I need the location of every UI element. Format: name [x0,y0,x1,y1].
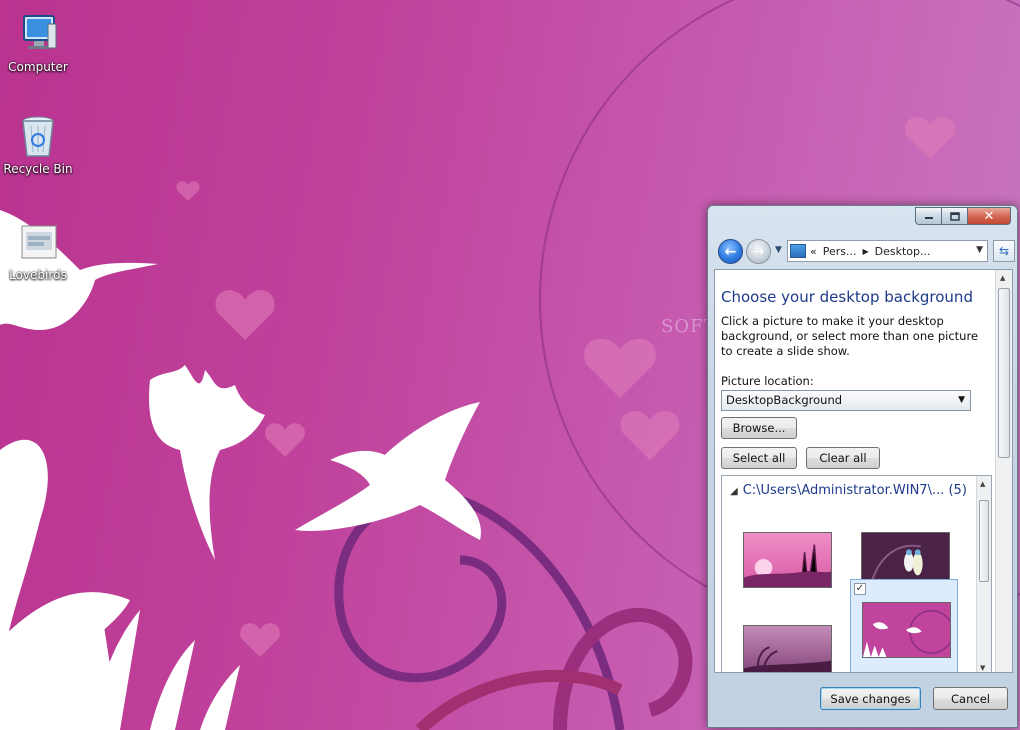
wallpaper-thumbnail-3[interactable] [732,594,840,672]
browse-button[interactable]: Browse... [721,417,797,439]
thumbnail-checkbox[interactable]: ✓ [854,583,866,595]
breadcrumb-desktop-background[interactable]: Desktop... [875,245,931,258]
thumbnail-image [862,602,951,658]
forward-button[interactable]: → [746,239,771,264]
scrollbar-thumb[interactable] [979,500,989,582]
folder-count: (5) [948,483,967,498]
address-chevrons[interactable]: « [810,245,817,258]
desktop-icon-lovebirds[interactable]: Lovebirds [0,218,76,282]
content-pane: Choose your desktop background Click a p… [714,269,1013,673]
scroll-up-icon[interactable]: ▲ [980,480,985,488]
picture-gallery: ◢ C:\Users\Administrator.WIN7\... (5) ✓ … [721,475,992,672]
scroll-down-icon[interactable]: ▼ [980,664,985,672]
computer-icon [23,15,57,49]
desktop-icon-label: Lovebirds [9,268,67,282]
breadcrumb-personalization[interactable]: Pers... [823,245,857,258]
save-changes-button[interactable]: Save changes [820,687,921,710]
arrow-left-icon: ← [724,243,737,260]
navigation-bar: ← → ▼ « Pers... ▶ Desktop... ▼ ⇆ [716,238,1015,264]
folder-path: C:\Users\Administrator.WIN7\... [742,483,945,498]
picture-location-select[interactable]: DesktopBackground ▼ [721,390,971,411]
maximize-icon [949,211,960,221]
desktop-icon-label: Recycle Bin [3,162,73,176]
address-bar[interactable]: « Pers... ▶ Desktop... ▼ [787,240,988,262]
clear-all-button[interactable]: Clear all [806,447,880,469]
back-button[interactable]: ← [718,239,743,264]
chevron-down-icon: ▼ [775,245,782,255]
control-panel-icon [790,244,806,258]
cancel-button[interactable]: Cancel [933,687,1008,710]
close-button[interactable]: ✕ [967,207,1011,225]
scrollbar-thumb[interactable] [998,288,1010,458]
personalization-window: ✕ ← → ▼ « Pers... ▶ Desktop... ▼ ⇆ Choos… [707,205,1018,728]
wallpaper-thumbnail-4[interactable]: ✓ [850,579,958,672]
folder-group-header[interactable]: ◢ C:\Users\Administrator.WIN7\... (5) [730,483,967,498]
desktop-icon-recycle-bin[interactable]: Recycle Bin [0,112,76,176]
minimize-button[interactable] [915,207,942,225]
recycle-bin-icon [22,116,54,157]
picture-location-value: DesktopBackground [726,393,843,407]
desktop-icon-label: Computer [8,60,68,74]
thumbnail-image [743,532,832,588]
thumbnail-image [743,625,832,672]
minimize-icon [924,217,933,219]
gallery-scrollbar[interactable]: ▲ ▼ [976,476,991,672]
desktop-icon-computer[interactable]: Computer [0,10,76,74]
chevron-down-icon: ▼ [958,395,965,405]
wallpaper-thumbnail-1[interactable] [732,501,840,597]
collapse-triangle-icon: ◢ [730,486,738,497]
picture-location-label: Picture location: [721,374,814,388]
content-scrollbar[interactable]: ▲ [995,270,1012,672]
dialog-footer: Save changes Cancel [708,675,1017,727]
select-all-button[interactable]: Select all [721,447,797,469]
page-description: Click a picture to make it your desktop … [721,314,979,358]
arrow-right-icon: → [752,243,765,260]
page-title: Choose your desktop background [721,288,973,306]
address-dropdown-icon[interactable]: ▼ [976,245,983,255]
caption-buttons: ✕ [915,207,1011,225]
close-icon: ✕ [983,208,995,224]
recent-pages-button[interactable]: ▼ [775,245,782,255]
maximize-button[interactable] [941,207,968,225]
refresh-button[interactable]: ⇆ [993,240,1015,262]
scroll-up-icon[interactable]: ▲ [1000,274,1005,282]
breadcrumb-separator-icon: ▶ [862,246,869,256]
refresh-icon: ⇆ [998,244,1010,258]
folder-shortcut-icon [21,225,57,259]
